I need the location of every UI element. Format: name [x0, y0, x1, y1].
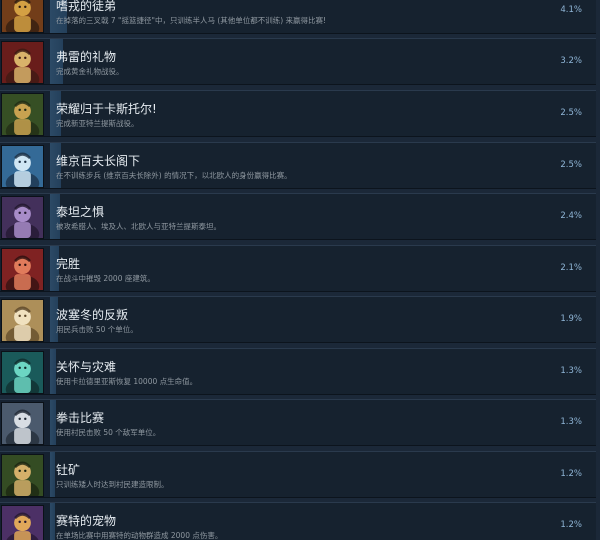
achievement-row[interactable]: 完胜在战斗中摧毁 2000 座建筑。 2.1% — [0, 245, 596, 292]
achievement-row[interactable]: 嗜戎的徒弟在掉落的三叉戟 7 "摇篮捷径"中，只训练半人马 (其他单位都不训练)… — [0, 0, 596, 34]
achievement-name: 波塞冬的反叛 — [56, 308, 129, 322]
achievement-name: 钍矿 — [56, 463, 81, 477]
achievement-name: 拳击比赛 — [56, 411, 105, 425]
achievement-description: 使用卡拉德里亚斯恢复 10000 点生命值。 — [56, 377, 198, 386]
ice-warrior-icon — [1, 145, 44, 188]
unlock-percentage: 2.5% — [560, 108, 582, 118]
achievement-description: 完成黄金礼物战役。 — [56, 67, 124, 76]
achievement-description: 完成新亚特兰提斯战役。 — [56, 119, 139, 128]
achievement-name: 弗雷的礼物 — [56, 50, 117, 64]
achievement-name: 赛特的宠物 — [56, 514, 117, 528]
dwarf-miner-icon — [1, 454, 44, 497]
progress-track — [50, 246, 596, 291]
achievement-description: 在掉落的三叉戟 7 "摇篮捷径"中，只训练半人马 (其他单位都不训练) 来赢得比… — [56, 16, 327, 25]
unlock-percentage: 2.4% — [560, 211, 582, 221]
achievement-row[interactable]: 拳击比赛使用村民击败 50 个敌军单位。 1.3% — [0, 399, 596, 446]
unlock-percentage: 1.2% — [560, 520, 582, 530]
unlock-percentage: 1.2% — [560, 469, 582, 479]
achievement-row[interactable]: 钍矿只训练矮人时达到村民建造限制。 1.2% — [0, 451, 596, 498]
progress-track — [50, 400, 596, 445]
unlock-percentage: 3.2% — [560, 56, 582, 66]
achievement-description: 只训练矮人时达到村民建造限制。 — [56, 480, 169, 489]
progress-track — [50, 297, 596, 342]
achievement-list: 嗜戎的徒弟在掉落的三叉戟 7 "摇篮捷径"中，只训练半人马 (其他单位都不训练)… — [0, 0, 600, 540]
unlock-percentage: 2.5% — [560, 160, 582, 170]
blond-warrior-icon — [1, 41, 44, 84]
titan-icon — [1, 196, 44, 239]
unlock-progress-bar — [50, 503, 55, 540]
achievement-name: 关怀与灾难 — [56, 360, 117, 374]
achievement-name: 完胜 — [56, 257, 81, 271]
progress-track — [50, 39, 596, 84]
achievement-row[interactable]: 泰坦之惧被攻希腊人、埃及人、北欧人与亚特兰提斯泰坦。 2.4% — [0, 193, 596, 240]
achievement-description: 用民兵击败 50 个单位。 — [56, 325, 138, 334]
achievement-description: 使用村民击败 50 个敌军单位。 — [56, 428, 161, 437]
militia-icon — [1, 299, 44, 342]
unlock-percentage: 1.3% — [560, 366, 582, 376]
achievement-row[interactable]: 波塞冬的反叛用民兵击败 50 个单位。 1.9% — [0, 296, 596, 343]
ruined-city-icon — [1, 248, 44, 291]
unlock-percentage: 1.3% — [560, 417, 582, 427]
achievement-row[interactable]: 维京百夫长阁下在不训练步兵 (维京百夫长除外) 的情况下，以北欧人的身份赢得比赛… — [0, 142, 596, 189]
achievement-description: 被攻希腊人、埃及人、北欧人与亚特兰提斯泰坦。 — [56, 222, 221, 231]
achievement-description: 在单场比赛中用赛特的动物群造成 2000 点伤害。 — [56, 531, 223, 540]
achievement-description: 在不训练步兵 (维京百夫长除外) 的情况下，以北欧人的身份赢得比赛。 — [56, 171, 292, 180]
warrior-helmet-icon — [1, 0, 44, 33]
achievement-description: 在战斗中摧毁 2000 座建筑。 — [56, 274, 155, 283]
unlock-percentage: 2.1% — [560, 263, 582, 273]
unlock-progress-bar — [50, 452, 55, 497]
unlock-percentage: 1.9% — [560, 314, 582, 324]
progress-track — [50, 452, 596, 497]
armored-hero-icon — [1, 93, 44, 136]
beast-icon — [1, 505, 44, 540]
achievement-row[interactable]: 赛特的宠物在单场比赛中用赛特的动物群造成 2000 点伤害。 1.2% — [0, 502, 596, 540]
progress-track — [50, 194, 596, 239]
achievement-name: 荣耀归于卡斯托尔! — [56, 102, 157, 116]
achievement-row[interactable]: 弗雷的礼物完成黄金礼物战役。 3.2% — [0, 38, 596, 85]
achievement-row[interactable]: 荣耀归于卡斯托尔! 完成新亚特兰提斯战役。 2.5% — [0, 90, 596, 137]
achievement-name: 嗜戎的徒弟 — [56, 0, 117, 13]
achievement-name: 泰坦之惧 — [56, 205, 105, 219]
progress-track — [50, 349, 596, 394]
achievement-row[interactable]: 关怀与灾难使用卡拉德里亚斯恢复 10000 点生命值。 1.3% — [0, 348, 596, 395]
achievement-name: 维京百夫长阁下 — [56, 154, 141, 168]
healer-icon — [1, 351, 44, 394]
unlock-percentage: 4.1% — [560, 5, 582, 15]
rhino-icon — [1, 402, 44, 445]
